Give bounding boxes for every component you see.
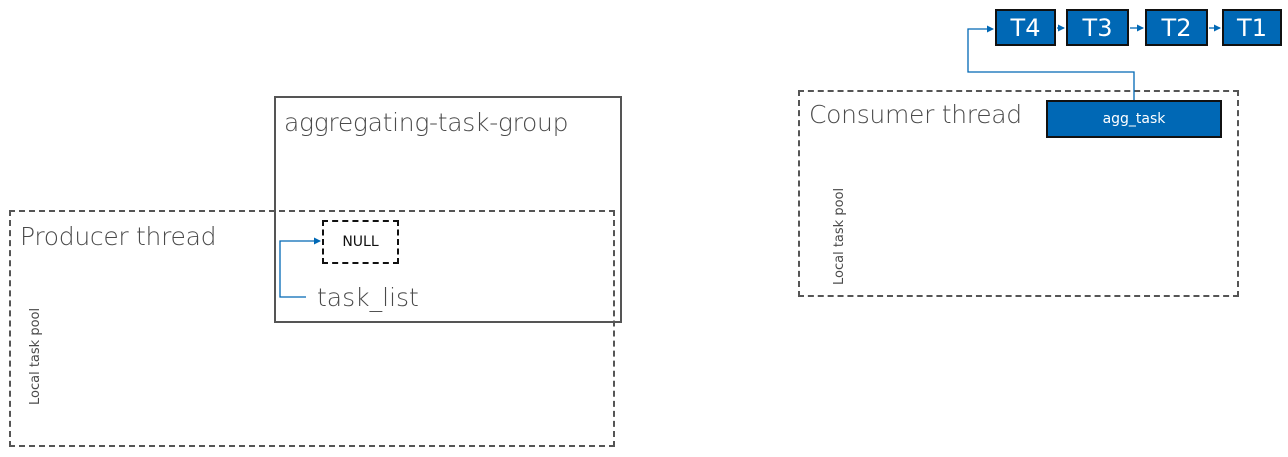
consumer-local-task-pool-label: Local task pool	[832, 187, 847, 285]
task-node-t1: T1	[1222, 9, 1282, 46]
task-node-t3-label: T3	[1082, 13, 1113, 42]
task-node-t3: T3	[1066, 9, 1129, 46]
consumer-thread-title: Consumer thread	[809, 100, 1022, 129]
task-list-label: task_list	[317, 283, 419, 312]
aggregating-task-group-title: aggregating-task-group	[284, 108, 569, 137]
task-node-t2-label: T2	[1161, 13, 1192, 42]
task-node-t4-label: T4	[1010, 13, 1041, 42]
agg-task-node: agg_task	[1046, 100, 1222, 138]
producer-thread-title: Producer thread	[20, 222, 217, 251]
task-node-t2: T2	[1145, 9, 1208, 46]
null-label: NULL	[342, 234, 379, 250]
task-node-t4: T4	[995, 9, 1056, 46]
producer-local-task-pool-label: Local task pool	[28, 307, 43, 405]
agg-task-label: agg_task	[1102, 111, 1166, 127]
task-node-t1-label: T1	[1237, 13, 1267, 42]
null-node: NULL	[322, 220, 399, 264]
